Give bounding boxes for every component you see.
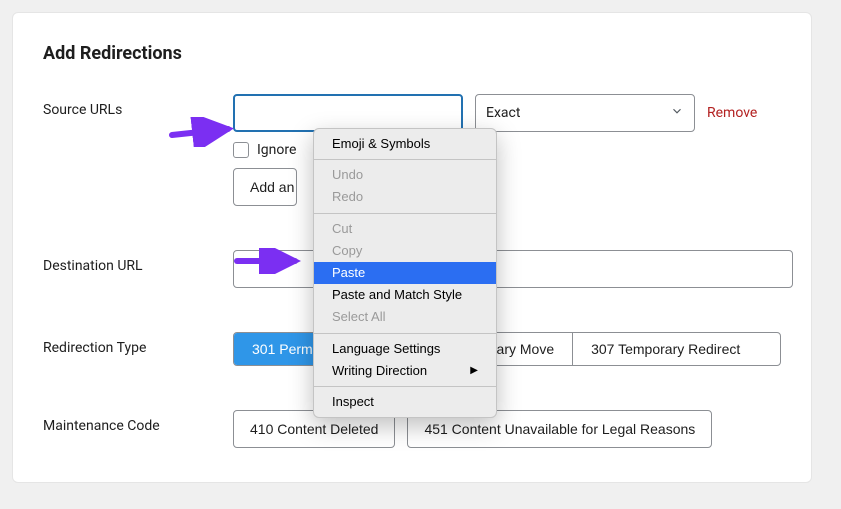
- menu-emoji-symbols[interactable]: Emoji & Symbols: [314, 133, 496, 155]
- add-another-button[interactable]: Add an: [233, 168, 297, 206]
- ignore-label: Ignore: [257, 142, 296, 158]
- submenu-arrow-icon: ▶: [470, 364, 478, 378]
- remove-link[interactable]: Remove: [707, 105, 757, 121]
- source-url-input[interactable]: [233, 94, 463, 132]
- menu-paste-match-style[interactable]: Paste and Match Style: [314, 284, 496, 306]
- label-maintenance-code: Maintenance Code: [43, 410, 233, 434]
- section-title: Add Redirections: [43, 43, 781, 64]
- match-type-value: Exact: [486, 105, 520, 121]
- menu-copy: Copy: [314, 240, 496, 262]
- menu-inspect[interactable]: Inspect: [314, 391, 496, 413]
- menu-separator: [314, 159, 496, 160]
- menu-paste[interactable]: Paste: [314, 262, 496, 284]
- menu-language-settings[interactable]: Language Settings: [314, 338, 496, 360]
- menu-separator: [314, 386, 496, 387]
- menu-separator: [314, 213, 496, 214]
- menu-redo: Redo: [314, 186, 496, 208]
- match-type-select[interactable]: Exact: [475, 94, 695, 132]
- menu-cut: Cut: [314, 218, 496, 240]
- redirections-card: Add Redirections Source URLs Exact Remov…: [12, 12, 812, 483]
- menu-select-all: Select All: [314, 306, 496, 328]
- redirection-type-307[interactable]: 307 Temporary Redirect: [573, 333, 758, 365]
- label-source-urls: Source URLs: [43, 94, 233, 118]
- ignore-checkbox[interactable]: [233, 142, 249, 158]
- menu-undo: Undo: [314, 164, 496, 186]
- context-menu: Emoji & Symbols Undo Redo Cut Copy Paste…: [313, 128, 497, 418]
- menu-writing-direction[interactable]: Writing Direction ▶: [314, 360, 496, 382]
- label-redirection-type: Redirection Type: [43, 332, 233, 356]
- chevron-down-icon: [670, 104, 684, 122]
- menu-separator: [314, 333, 496, 334]
- label-destination-url: Destination URL: [43, 250, 233, 274]
